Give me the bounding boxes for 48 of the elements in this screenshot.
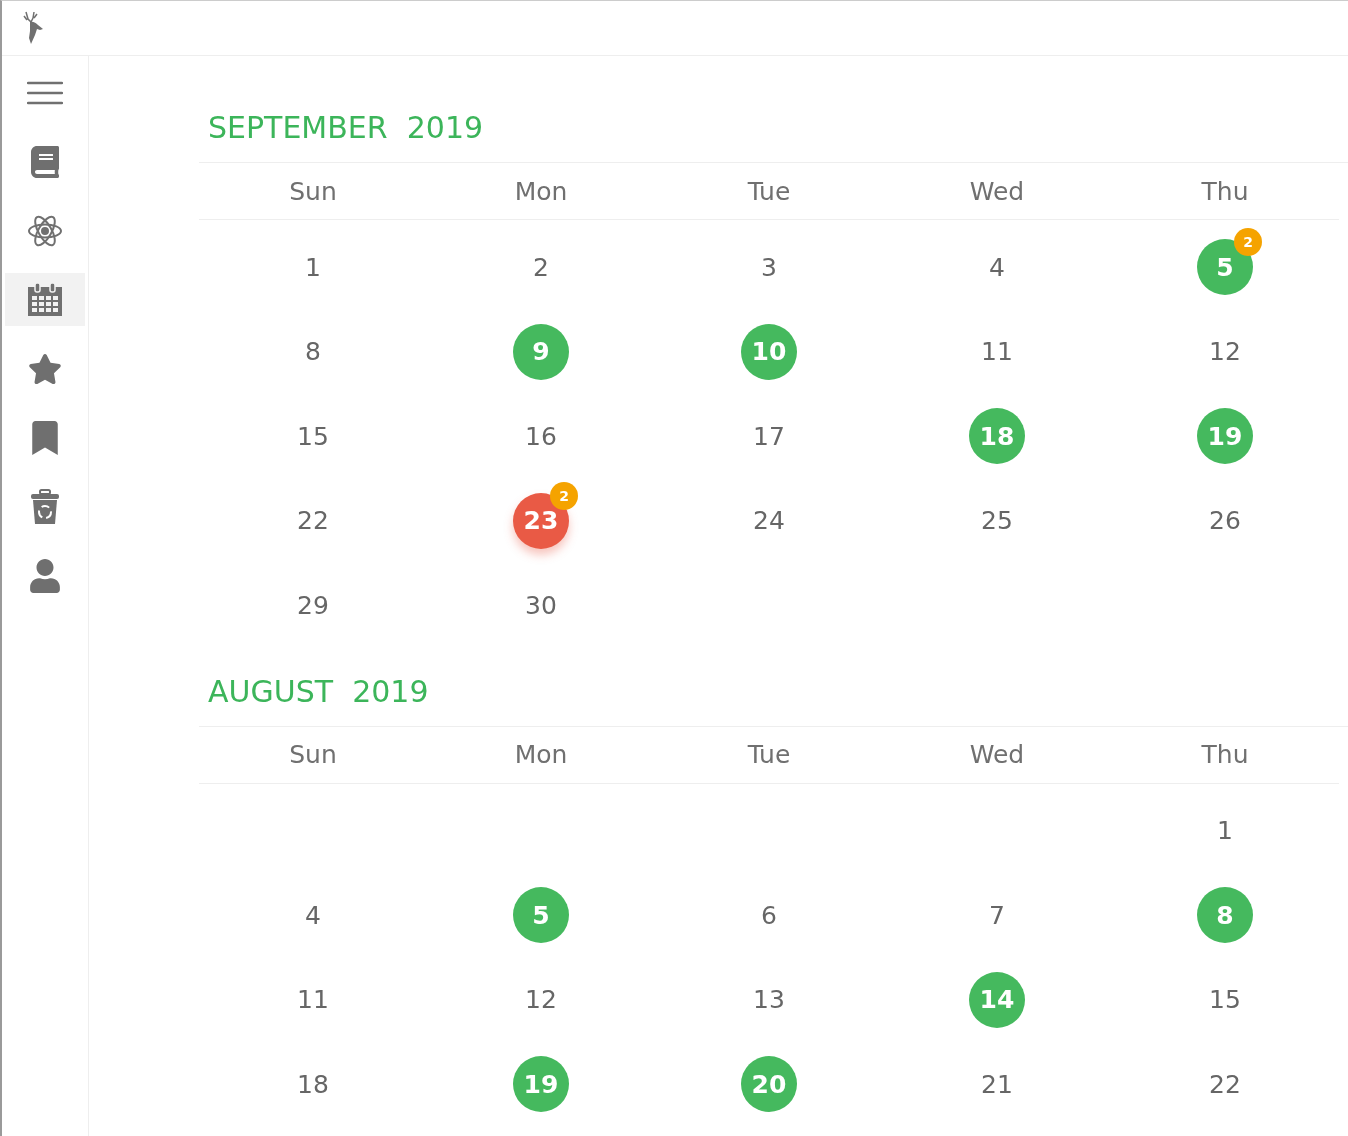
month-title: AUGUST 2019 <box>207 672 430 711</box>
weekday-label: Mon <box>513 740 569 769</box>
weekday-label: Wed <box>968 176 1026 206</box>
sidebar-item[interactable] <box>5 273 85 326</box>
day-number[interactable]: 22 <box>297 506 329 536</box>
star-icon <box>28 351 62 386</box>
weekday-label: Wed <box>968 740 1026 769</box>
day-number[interactable]: 22 <box>1209 1069 1241 1099</box>
day-number[interactable]: 2 <box>533 252 549 282</box>
weekday-label: Tue <box>746 740 792 769</box>
day-number[interactable]: 29 <box>297 590 329 620</box>
day-number[interactable]: 8 <box>305 337 321 367</box>
day-number[interactable]: 15 <box>1209 985 1241 1015</box>
weekday-label: Thu <box>1200 740 1250 769</box>
day-number[interactable]: 26 <box>1209 506 1241 536</box>
weekday-label: Mon <box>513 176 569 206</box>
count-badge: 2 <box>1234 228 1262 257</box>
day-number[interactable]: 18 <box>297 1069 329 1099</box>
weekday-label: Thu <box>1200 176 1250 206</box>
day-number[interactable]: 12 <box>1209 337 1241 367</box>
day-number[interactable]: 16 <box>525 421 557 451</box>
day-number[interactable]: 1 <box>305 252 321 282</box>
day-number[interactable]: 21 <box>981 1069 1013 1099</box>
menu-icon <box>27 80 63 105</box>
day-number[interactable]: 7 <box>989 900 1005 930</box>
day-number[interactable]: 4 <box>989 252 1005 282</box>
day-number[interactable]: 12 <box>525 985 557 1015</box>
day-number[interactable]: 30 <box>525 590 557 620</box>
weekday-label: Sun <box>288 176 338 206</box>
day-number[interactable]: 3 <box>761 252 777 282</box>
day-number[interactable]: 17 <box>753 421 785 451</box>
day-number[interactable]: 11 <box>297 985 329 1015</box>
day-number[interactable]: 25 <box>981 506 1013 536</box>
calendar-icon <box>27 281 63 318</box>
day-number[interactable]: 13 <box>753 985 785 1015</box>
day-number[interactable]: 11 <box>981 337 1013 367</box>
weekday-label: Sun <box>288 740 338 769</box>
day-number[interactable]: 6 <box>761 900 777 930</box>
book-icon <box>29 145 61 178</box>
day-number[interactable]: 1 <box>1217 816 1233 846</box>
day-number[interactable]: 24 <box>753 506 785 536</box>
count-badge: 2 <box>550 481 578 510</box>
recycle-bin-icon <box>30 488 60 525</box>
day-number[interactable]: 15 <box>297 421 329 451</box>
user-icon <box>28 558 62 593</box>
month-title: SEPTEMBER 2019 <box>207 109 485 147</box>
day-number[interactable]: 4 <box>305 900 321 930</box>
weekday-label: Tue <box>746 176 792 206</box>
